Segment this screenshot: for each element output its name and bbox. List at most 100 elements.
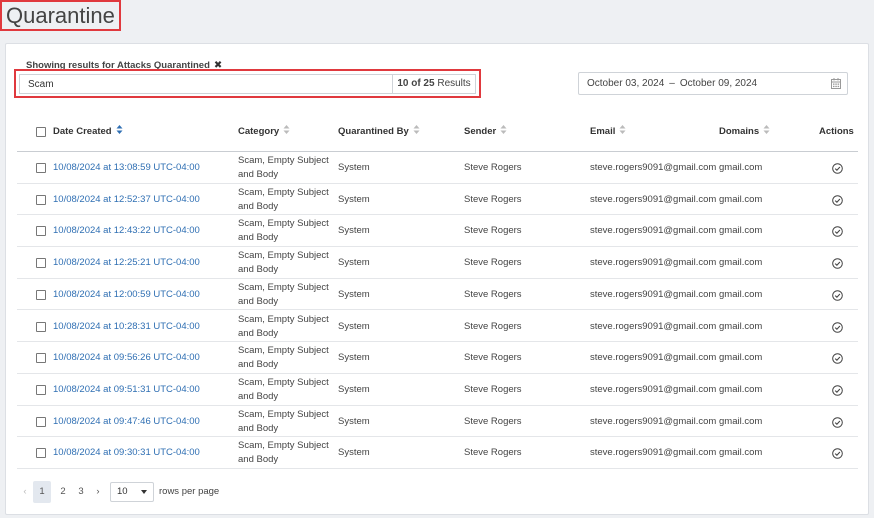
next-page-icon[interactable]: ›: [93, 481, 103, 503]
row-checkbox[interactable]: [36, 226, 46, 237]
sort-icon[interactable]: [500, 125, 507, 135]
column-label-email: Email: [590, 126, 616, 137]
rows-per-page-value: 10: [117, 486, 128, 497]
row-domain: gmail.com: [719, 288, 763, 300]
row-sender: Steve Rogers: [464, 415, 522, 427]
row-checkbox[interactable]: [36, 194, 46, 205]
date-range-picker[interactable]: October 03, 2024– October 09, 2024: [578, 72, 848, 95]
row-quarantined-by: System: [338, 288, 370, 300]
page-3[interactable]: 3: [75, 481, 87, 503]
row-domain: gmail.com: [719, 383, 763, 395]
row-date-link[interactable]: 10/08/2024 at 09:30:31 UTC-04:00: [53, 447, 200, 458]
row-category: Scam, Empty Subject and Body: [238, 408, 329, 434]
check-circle-icon[interactable]: [832, 321, 843, 333]
column-label-quarantined-by: Quarantined By: [338, 126, 409, 137]
row-email: steve.rogers9091@gmail.com: [590, 415, 717, 427]
column-header-quarantined-by[interactable]: Quarantined By: [338, 120, 420, 151]
row-sender: Steve Rogers: [464, 225, 522, 237]
row-sender: Steve Rogers: [464, 383, 522, 395]
row-domain: gmail.com: [719, 193, 763, 205]
rows-per-page-select[interactable]: 10: [110, 482, 154, 502]
column-header-domains[interactable]: Domains: [719, 120, 770, 151]
row-category: Scam, Empty Subject and Body: [238, 155, 329, 180]
table-row: 10/08/2024 at 12:25:21 UTC-04:00 Scam, Em…: [17, 247, 858, 279]
row-date-link[interactable]: 10/08/2024 at 12:43:22 UTC-04:00: [53, 225, 200, 236]
row-date-link[interactable]: 10/08/2024 at 13:08:59 UTC-04:00: [53, 162, 200, 173]
sort-desc-icon[interactable]: [116, 125, 123, 135]
row-quarantined-by: System: [338, 193, 370, 205]
row-sender: Steve Rogers: [464, 288, 522, 300]
prev-page-icon[interactable]: ‹: [20, 481, 30, 503]
row-quarantined-by: System: [338, 352, 370, 364]
results-count-value: 10 of 25: [397, 78, 435, 89]
chevron-down-icon: [141, 490, 147, 494]
row-email: steve.rogers9091@gmail.com: [590, 320, 717, 332]
row-quarantined-by: System: [338, 320, 370, 332]
column-header-date-created[interactable]: Date Created: [53, 120, 123, 151]
row-date-link[interactable]: 10/08/2024 at 09:56:26 UTC-04:00: [53, 352, 200, 363]
check-circle-icon[interactable]: [832, 226, 843, 238]
row-sender: Steve Rogers: [464, 352, 522, 364]
row-sender: Steve Rogers: [464, 447, 522, 459]
row-category: Scam, Empty Subject and Body: [238, 281, 329, 307]
row-sender: Steve Rogers: [464, 320, 522, 332]
check-circle-icon[interactable]: [832, 385, 843, 396]
column-header-category[interactable]: Category: [238, 120, 290, 151]
table-row: 10/08/2024 at 09:56:26 UTC-04:00 Scam, Em…: [17, 342, 858, 374]
date-range-end: October 09, 2024: [679, 78, 758, 89]
column-header-sender[interactable]: Sender: [464, 120, 507, 151]
sort-icon[interactable]: [619, 125, 626, 135]
check-circle-icon[interactable]: [832, 448, 843, 460]
sort-icon[interactable]: [283, 125, 290, 135]
row-checkbox[interactable]: [36, 448, 46, 459]
select-all-checkbox[interactable]: [36, 127, 46, 137]
row-domain: gmail.com: [719, 257, 763, 269]
column-label-category: Category: [238, 126, 280, 137]
row-domain: gmail.com: [719, 225, 763, 237]
column-header-email[interactable]: Email: [590, 120, 626, 151]
row-email: steve.rogers9091@gmail.com: [590, 162, 717, 173]
sort-icon[interactable]: [413, 125, 420, 135]
column-label-domains: Domains: [719, 126, 760, 137]
row-checkbox[interactable]: [36, 163, 46, 173]
row-date-link[interactable]: 10/08/2024 at 12:25:21 UTC-04:00: [53, 257, 200, 268]
table-header: Date Created Category Quarantined By Sen…: [17, 120, 858, 152]
table-row: 10/08/2024 at 09:51:31 UTC-04:00 Scam, Em…: [17, 374, 858, 406]
row-category: Scam, Empty Subject and Body: [238, 376, 329, 402]
row-date-link[interactable]: 10/08/2024 at 10:28:31 UTC-04:00: [53, 321, 200, 332]
check-circle-icon[interactable]: [832, 416, 843, 428]
row-checkbox[interactable]: [36, 289, 46, 300]
row-date-link[interactable]: 10/08/2024 at 12:52:37 UTC-04:00: [53, 194, 200, 205]
row-checkbox[interactable]: [36, 384, 46, 395]
row-domain: gmail.com: [719, 162, 763, 173]
row-category: Scam, Empty Subject and Body: [238, 345, 329, 371]
check-circle-icon[interactable]: [832, 289, 843, 301]
sort-icon[interactable]: [763, 125, 770, 135]
row-email: steve.rogers9091@gmail.com: [590, 447, 717, 459]
search-input[interactable]: [19, 74, 392, 94]
row-checkbox[interactable]: [36, 258, 46, 269]
date-range-start: October 03, 2024: [587, 78, 665, 89]
row-date-link[interactable]: 10/08/2024 at 09:51:31 UTC-04:00: [53, 384, 200, 395]
row-sender: Steve Rogers: [464, 257, 522, 269]
check-circle-icon[interactable]: [832, 194, 843, 206]
row-domain: gmail.com: [719, 447, 763, 459]
row-date-link[interactable]: 10/08/2024 at 12:00:59 UTC-04:00: [53, 289, 200, 300]
row-email: steve.rogers9091@gmail.com: [590, 288, 717, 300]
row-email: steve.rogers9091@gmail.com: [590, 193, 717, 205]
row-domain: gmail.com: [719, 352, 763, 364]
row-checkbox[interactable]: [36, 416, 46, 427]
calendar-icon[interactable]: [831, 78, 841, 89]
row-category: Scam, Empty Subject and Body: [238, 186, 329, 212]
row-email: steve.rogers9091@gmail.com: [590, 225, 717, 237]
check-circle-icon[interactable]: [832, 258, 843, 269]
row-checkbox[interactable]: [36, 353, 46, 364]
row-checkbox[interactable]: [36, 321, 46, 332]
check-circle-icon[interactable]: [832, 163, 843, 174]
page-1[interactable]: 1: [33, 481, 51, 503]
row-date-link[interactable]: 10/08/2024 at 09:47:46 UTC-04:00: [53, 416, 200, 427]
column-label-date-created: Date Created: [53, 126, 112, 137]
row-sender: Steve Rogers: [464, 193, 522, 205]
check-circle-icon[interactable]: [832, 353, 843, 364]
page-2[interactable]: 2: [57, 481, 69, 503]
